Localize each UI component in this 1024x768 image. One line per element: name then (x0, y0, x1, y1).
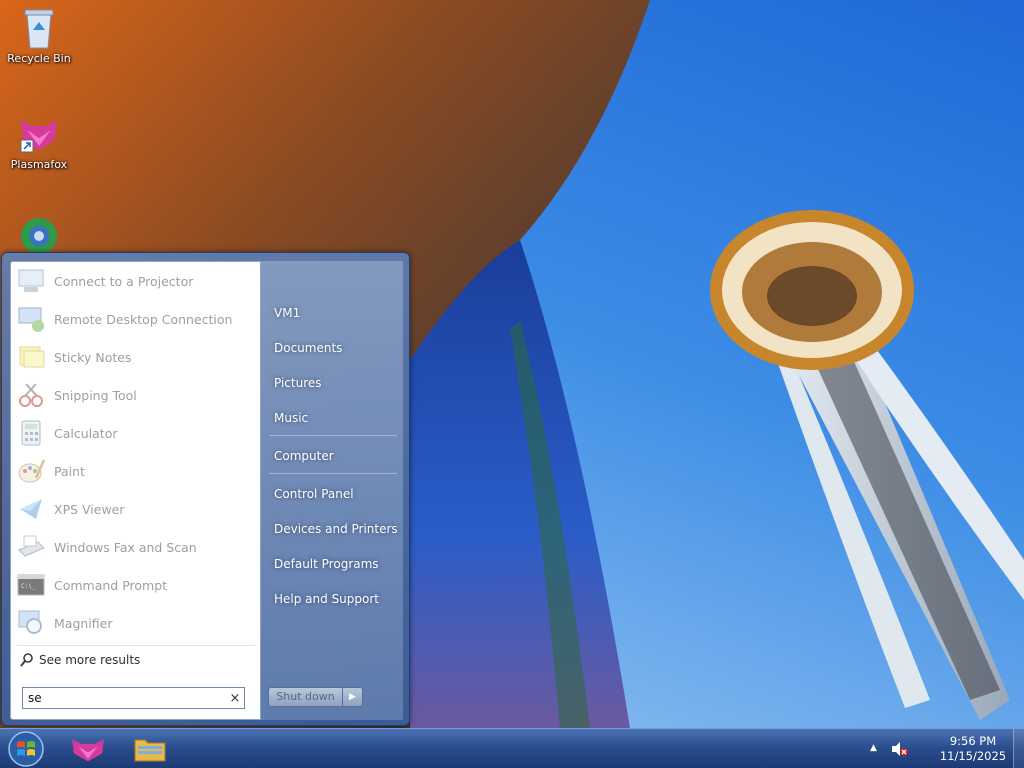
shutdown-options-arrow-icon[interactable]: ▶ (342, 688, 362, 706)
shutdown-control: Shut down ▶ (268, 687, 363, 707)
folder-icon (134, 739, 166, 762)
xps-viewer-icon (20, 499, 42, 519)
taskbar-app-windows-explorer[interactable] (124, 731, 176, 767)
desktop-icon-label: Plasmafox (10, 158, 68, 171)
start-button[interactable] (6, 730, 46, 768)
desktop-icon-plasmafox[interactable]: Plasmafox (4, 112, 74, 171)
place-help-support[interactable]: Help and Support (261, 586, 403, 612)
place-default-programs[interactable]: Default Programs (261, 551, 403, 577)
program-command-prompt[interactable]: C:\_ Command Prompt (11, 566, 260, 604)
svg-text:C:\_: C:\_ (21, 583, 36, 590)
place-music[interactable]: Music (261, 405, 403, 431)
place-devices-printers[interactable]: Devices and Printers (261, 516, 403, 542)
program-magnifier[interactable]: Magnifier (11, 604, 260, 642)
show-hidden-icons-icon[interactable]: ▲ (870, 743, 877, 753)
sticky-notes-icon (19, 346, 45, 368)
places-separator (269, 435, 397, 436)
programs-separator (17, 645, 255, 646)
start-search-box[interactable]: × (22, 687, 245, 709)
desktop-icon-label: Recycle Bin (7, 52, 71, 65)
start-menu-programs-pane: Connect to a Projector Remote Desktop Co… (10, 261, 261, 720)
see-more-results-link[interactable]: See more results (19, 652, 140, 668)
command-prompt-icon: C:\_ (17, 574, 45, 596)
program-sticky-notes[interactable]: Sticky Notes (11, 338, 260, 376)
magnifier-icon (18, 610, 42, 634)
place-documents[interactable]: Documents (261, 335, 403, 361)
desktop-icon-recycle-bin[interactable]: Recycle Bin (4, 6, 74, 65)
clear-search-icon[interactable]: × (226, 691, 244, 706)
fax-scan-icon (18, 535, 45, 557)
program-calculator[interactable]: Calculator (11, 414, 260, 452)
program-remote-desktop[interactable]: Remote Desktop Connection (11, 300, 260, 338)
place-vm1[interactable]: VM1 (261, 300, 403, 326)
snipping-tool-icon (19, 383, 43, 407)
places-separator (269, 473, 397, 474)
shutdown-button[interactable]: Shut down (269, 688, 342, 706)
plasmafox-icon (20, 120, 57, 153)
clock-time: 9:56 PM (949, 734, 997, 748)
place-computer[interactable]: Computer (261, 443, 403, 469)
program-connect-to-projector[interactable]: Connect to a Projector (11, 262, 260, 300)
plasmafox-icon (72, 739, 104, 762)
volume-muted-icon[interactable] (890, 740, 908, 758)
start-menu-places-pane: VM1 Documents Pictures Music Computer Co… (261, 261, 403, 720)
place-control-panel[interactable]: Control Panel (261, 481, 403, 507)
paint-icon (18, 459, 46, 483)
taskbar-clock[interactable]: 9:56 PM 11/15/2025 (932, 734, 1014, 764)
start-menu: Connect to a Projector Remote Desktop Co… (1, 252, 410, 726)
place-pictures[interactable]: Pictures (261, 370, 403, 396)
program-snipping-tool[interactable]: Snipping Tool (11, 376, 260, 414)
show-desktop-button[interactable] (1013, 729, 1024, 768)
start-search-input[interactable] (23, 689, 226, 707)
program-windows-fax-scan[interactable]: Windows Fax and Scan (11, 528, 260, 566)
remote-desktop-icon (18, 307, 44, 332)
taskbar-app-plasmafox[interactable] (62, 731, 114, 767)
calculator-icon (21, 420, 41, 446)
program-xps-viewer[interactable]: XPS Viewer (11, 490, 260, 528)
projector-icon (18, 269, 44, 292)
recycle-bin-icon (24, 9, 54, 49)
search-icon (20, 653, 33, 667)
clock-date: 11/15/2025 (939, 749, 1007, 763)
program-paint[interactable]: Paint (11, 452, 260, 490)
taskbar: ▲ 9:56 PM 11/15/2025 (0, 728, 1024, 768)
